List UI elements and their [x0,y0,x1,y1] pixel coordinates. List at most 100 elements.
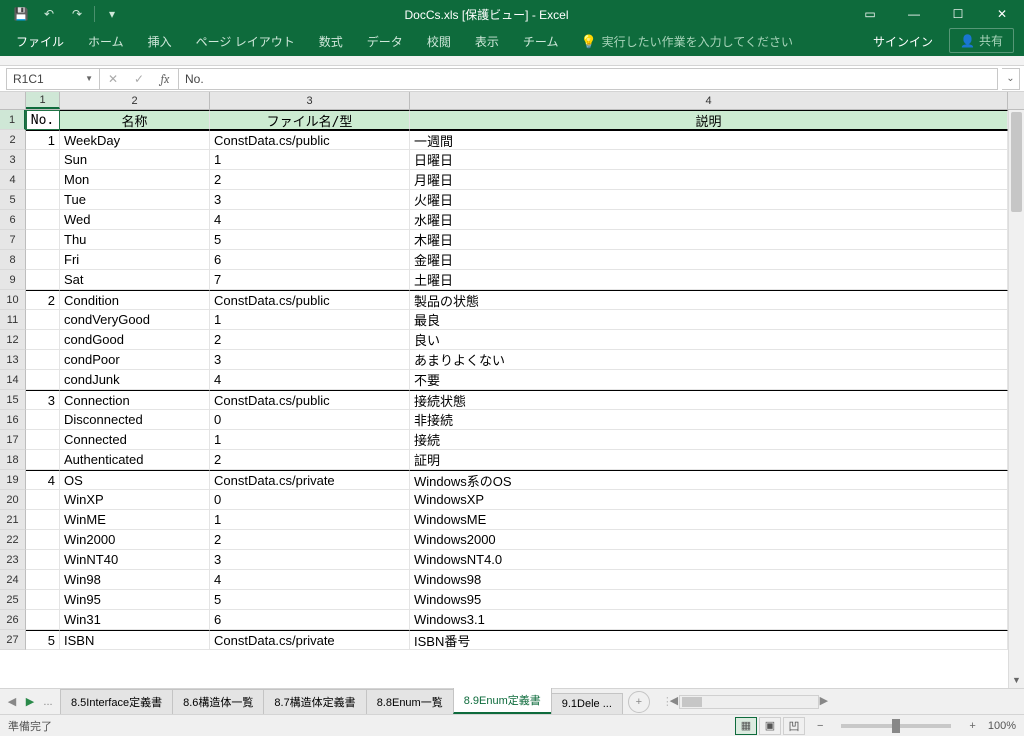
name-box[interactable]: R1C1 ▼ [6,68,100,90]
cell-file[interactable]: 5 [210,590,410,610]
close-button[interactable]: ✕ [980,0,1024,28]
cell-file[interactable]: 7 [210,270,410,290]
cell-file[interactable]: 2 [210,330,410,350]
row-header[interactable]: 8 [0,250,26,270]
vertical-scroll-thumb[interactable] [1011,112,1022,212]
cell-name[interactable]: WinXP [60,490,210,510]
cell-name[interactable]: condPoor [60,350,210,370]
view-normal-button[interactable]: ▦ [735,717,757,735]
add-sheet-button[interactable]: + [628,691,650,713]
grid-body[interactable]: 1 No. 名称 ファイル名/型 説明 21WeekDayConstData.c… [0,110,1008,688]
redo-button[interactable]: ↷ [64,2,90,26]
formula-cancel-button[interactable]: ✕ [100,72,126,86]
row-header[interactable]: 11 [0,310,26,330]
cell-name[interactable]: Sun [60,150,210,170]
undo-button[interactable]: ↶ [36,2,62,26]
cell-file[interactable]: ConstData.cs/private [210,630,410,650]
cell-file[interactable]: 4 [210,210,410,230]
tab-data[interactable]: データ [355,28,415,56]
maximize-button[interactable]: ☐ [936,0,980,28]
view-page-break-button[interactable]: 凹 [783,717,805,735]
cell-desc[interactable]: 非接続 [410,410,1008,430]
row-header[interactable]: 20 [0,490,26,510]
cell-no[interactable] [26,350,60,370]
cell-name[interactable]: ISBN [60,630,210,650]
minimize-button[interactable]: — [892,0,936,28]
cell-name[interactable]: OS [60,470,210,490]
cell-no[interactable] [26,270,60,290]
zoom-slider[interactable] [841,724,951,728]
row-header[interactable]: 6 [0,210,26,230]
cell-name[interactable]: Connected [60,430,210,450]
cell-desc[interactable]: WindowsXP [410,490,1008,510]
row-header-1[interactable]: 1 [0,110,26,130]
row-header[interactable]: 9 [0,270,26,290]
cell-no[interactable] [26,370,60,390]
cell-no[interactable] [26,150,60,170]
scroll-down-icon[interactable]: ▼ [1009,672,1024,688]
cell-desc[interactable]: 一週間 [410,130,1008,150]
cell-desc[interactable]: Windows2000 [410,530,1008,550]
row-header[interactable]: 3 [0,150,26,170]
cell-desc[interactable]: 不要 [410,370,1008,390]
zoom-level[interactable]: 100% [988,720,1016,732]
fx-icon[interactable]: fx [152,72,178,86]
sheet-nav-prev[interactable]: ◀ [4,695,20,708]
cell-name[interactable]: Disconnected [60,410,210,430]
cell-no[interactable] [26,330,60,350]
cell-name[interactable]: condJunk [60,370,210,390]
save-button[interactable]: 💾 [8,2,34,26]
cell-desc[interactable]: 火曜日 [410,190,1008,210]
chevron-down-icon[interactable]: ▼ [85,74,93,83]
row-header[interactable]: 23 [0,550,26,570]
cell-no[interactable] [26,550,60,570]
cell-no[interactable] [26,430,60,450]
cell-desc[interactable]: Windows95 [410,590,1008,610]
cell-file[interactable]: 3 [210,350,410,370]
row-header[interactable]: 21 [0,510,26,530]
cell-desc[interactable]: ISBN番号 [410,630,1008,650]
cell-desc[interactable]: 月曜日 [410,170,1008,190]
cell-file[interactable]: 3 [210,550,410,570]
cell-name[interactable]: Connection [60,390,210,410]
row-header[interactable]: 22 [0,530,26,550]
cell-no[interactable] [26,230,60,250]
cell-desc[interactable]: Windows98 [410,570,1008,590]
cell-desc[interactable]: 接続状態 [410,390,1008,410]
cell-no[interactable]: 5 [26,630,60,650]
cell-name[interactable]: Win95 [60,590,210,610]
sheet-tab[interactable]: 8.5Interface定義書 [60,689,173,714]
cell-desc[interactable]: 製品の状態 [410,290,1008,310]
sheet-tab[interactable]: 8.8Enum一覧 [366,689,454,714]
cell-no[interactable] [26,590,60,610]
cell-desc[interactable]: 接続 [410,430,1008,450]
cell-name[interactable]: Win2000 [60,530,210,550]
cell-file[interactable]: 1 [210,510,410,530]
zoom-out-button[interactable]: − [813,720,827,732]
row-header[interactable]: 14 [0,370,26,390]
cell-file-header[interactable]: ファイル名/型 [210,110,410,130]
share-button[interactable]: 👤 共有 [949,28,1014,53]
cell-desc[interactable]: あまりよくない [410,350,1008,370]
cell-file[interactable]: ConstData.cs/public [210,130,410,150]
sheet-tab[interactable]: 8.9Enum定義書 [453,687,552,714]
cell-file[interactable]: 2 [210,530,410,550]
cell-no[interactable] [26,610,60,630]
cell-desc[interactable]: 証明 [410,450,1008,470]
cell-no[interactable] [26,570,60,590]
cell-file[interactable]: 1 [210,430,410,450]
view-page-layout-button[interactable]: ▣ [759,717,781,735]
cell-name[interactable]: Thu [60,230,210,250]
sheet-tab[interactable]: 8.6構造体一覧 [172,689,264,714]
select-all-corner[interactable] [0,92,26,109]
tab-formulas[interactable]: 数式 [307,28,355,56]
cell-no-header[interactable]: No. [26,110,60,130]
cell-desc-header[interactable]: 説明 [410,110,1008,130]
row-header[interactable]: 17 [0,430,26,450]
row-header[interactable]: 4 [0,170,26,190]
cell-file[interactable]: 2 [210,450,410,470]
tab-file[interactable]: ファイル [4,28,76,56]
cell-desc[interactable]: 最良 [410,310,1008,330]
cell-file[interactable]: ConstData.cs/public [210,290,410,310]
cell-name[interactable]: WinME [60,510,210,530]
